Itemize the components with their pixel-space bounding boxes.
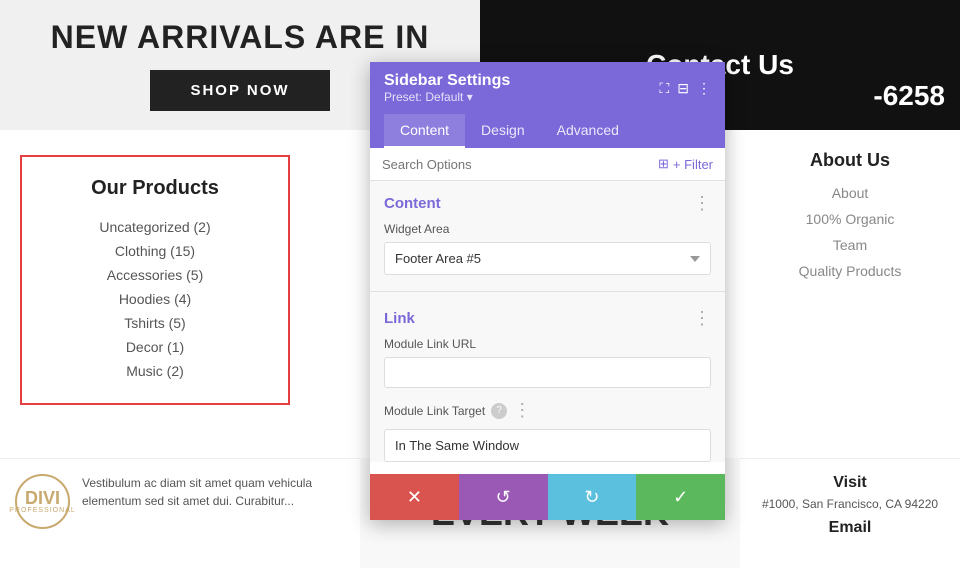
module-link-target-select[interactable]: In The Same Window In The New Window [384,429,711,462]
content-section-title: Content [384,195,441,212]
tab-content[interactable]: Content [384,114,465,148]
widget-area-select[interactable]: Footer Area #1 Footer Area #2 Footer Are… [384,242,711,275]
bottom-left: DIVI PROFESSIONAL Vestibulum ac diam sit… [0,458,360,568]
more-icon[interactable]: ⋮ [697,80,711,97]
search-bar: ⊞ + Filter [370,148,725,181]
quality-link[interactable]: Quality Products [799,263,902,279]
undo-button[interactable]: ↺ [459,474,548,520]
tab-advanced[interactable]: Advanced [541,114,635,148]
email-section: Email [755,519,945,537]
module-link-url-input[interactable] [384,357,711,388]
panel-title-group: Sidebar Settings Preset: Default ▾ [384,72,510,104]
list-item[interactable]: Quality Products [755,259,945,285]
module-link-url-label: Module Link URL [384,337,711,351]
divider [370,291,725,292]
visit-title: Visit [755,474,945,492]
panel-icons: ⛶ ⊟ ⋮ [659,80,711,97]
content-section-dots[interactable]: ⋮ [693,193,711,214]
widget-area-field: Widget Area Footer Area #1 Footer Area #… [370,222,725,287]
organic-link[interactable]: 100% Organic [806,211,895,227]
divi-logo: DIVI PROFESSIONAL [15,474,70,529]
panel-body: ⊞ + Filter Content ⋮ Widget Area Footer … [370,148,725,462]
help-icon[interactable]: ? [491,403,507,419]
team-link[interactable]: Team [833,237,867,253]
visit-address: #1000, San Francisco, CA 94220 [755,497,945,511]
save-button[interactable]: ✓ [636,474,725,520]
module-link-target-row: Module Link Target ? ⋮ [370,400,725,429]
divi-logo-text: DIVI [25,489,60,507]
panel-preset[interactable]: Preset: Default ▾ [384,90,510,104]
panel-tabs: Content Design Advanced [384,114,711,148]
list-item: Uncategorized (2) [42,215,268,239]
products-box: Our Products Uncategorized (2) Clothing … [20,155,290,405]
sidebar-settings-panel: Sidebar Settings Preset: Default ▾ ⛶ ⊟ ⋮… [370,62,725,520]
list-item[interactable]: About [755,181,945,207]
list-item: Decor (1) [42,335,268,359]
list-item[interactable]: Team [755,233,945,259]
fullscreen-icon[interactable]: ⛶ [659,80,669,97]
module-link-target-label: Module Link Target [384,404,485,418]
list-item: Tshirts (5) [42,311,268,335]
panel-header-top: Sidebar Settings Preset: Default ▾ ⛶ ⊟ ⋮ [384,72,711,106]
visit-section: Visit #1000, San Francisco, CA 94220 [755,474,945,511]
link-section-title: Link [384,310,415,327]
divi-logo-sub: PROFESSIONAL [9,507,75,514]
about-section: About Us About 100% Organic Team Quality… [740,135,960,425]
redo-button[interactable]: ↻ [548,474,637,520]
tab-design[interactable]: Design [465,114,541,148]
filter-label: + Filter [673,157,713,172]
filter-button[interactable]: ⊞ + Filter [658,156,713,172]
list-item: Music (2) [42,359,268,383]
about-link[interactable]: About [832,185,869,201]
cancel-button[interactable]: ✕ [370,474,459,520]
list-item: Accessories (5) [42,263,268,287]
products-sidebar: Our Products Uncategorized (2) Clothing … [0,135,310,425]
module-link-url-field: Module Link URL [370,337,725,400]
link-section-dots[interactable]: ⋮ [693,308,711,329]
split-icon[interactable]: ⊟ [677,80,689,97]
panel-title: Sidebar Settings [384,72,510,90]
link-section-header: Link ⋮ [370,296,725,337]
panel-footer: ✕ ↺ ↻ ✓ [370,474,725,520]
bottom-right: Visit #1000, San Francisco, CA 94220 Ema… [740,458,960,568]
link-target-dots[interactable]: ⋮ [513,400,531,421]
about-links-list: About 100% Organic Team Quality Products [755,181,945,285]
about-title: About Us [755,150,945,171]
banner-headline: NEW ARRIVALS ARE IN [51,19,430,56]
shop-now-button[interactable]: SHOP NOW [150,70,329,111]
widget-area-label: Widget Area [384,222,711,236]
products-category-list: Uncategorized (2) Clothing (15) Accessor… [42,215,268,383]
phone-number: -6258 [858,75,960,117]
search-input[interactable] [382,157,658,172]
email-title: Email [755,519,945,537]
content-section-header: Content ⋮ [370,181,725,222]
list-item: Clothing (15) [42,239,268,263]
bottom-body-text: Vestibulum ac diam sit amet quam vehicul… [82,474,345,510]
panel-header: Sidebar Settings Preset: Default ▾ ⛶ ⊟ ⋮… [370,62,725,148]
products-title: Our Products [42,177,268,200]
filter-icon: ⊞ [658,156,669,172]
list-item[interactable]: 100% Organic [755,207,945,233]
list-item: Hoodies (4) [42,287,268,311]
